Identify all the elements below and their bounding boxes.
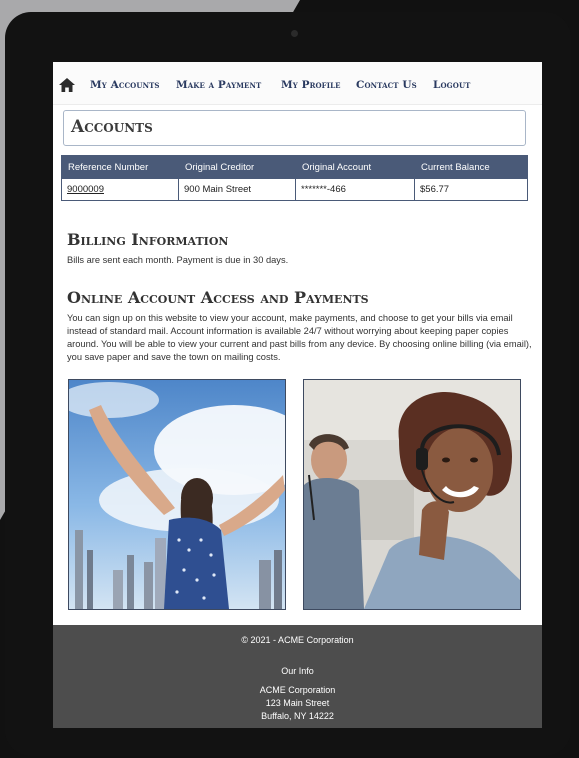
column-header-account: Original Account <box>295 155 415 179</box>
column-header-creditor: Original Creditor <box>178 155 296 179</box>
home-icon[interactable] <box>59 78 75 92</box>
photo-woman-celebrating-image <box>69 380 285 609</box>
footer-copyright: © 2021 - ACME Corporation <box>241 635 354 645</box>
column-header-reference: Reference Number <box>61 155 179 179</box>
nav-make-a-payment[interactable]: Make a Payment <box>176 79 261 91</box>
photo-call-center-agent-image <box>304 380 520 609</box>
footer-city: Buffalo, NY 14222 <box>261 711 334 721</box>
tablet-frame: My Accounts Make a Payment My Profile Co… <box>5 12 571 756</box>
cell-balance: $56.77 <box>414 178 528 201</box>
footer-heading: Our Info <box>281 666 314 676</box>
accounts-table: Reference Number Original Creditor Origi… <box>61 155 528 201</box>
online-heading: Online Account Access and Payments <box>67 288 369 307</box>
nav-my-profile[interactable]: My Profile <box>281 79 341 91</box>
footer: © 2021 - ACME Corporation Our Info ACME … <box>53 625 542 728</box>
online-text: You can sign up on this website to view … <box>67 313 532 362</box>
table-row: 9000009 900 Main Street *******-466 $56.… <box>61 178 528 201</box>
cell-reference: 9000009 <box>61 178 179 201</box>
tablet-screen: My Accounts Make a Payment My Profile Co… <box>53 62 542 728</box>
footer-street: 123 Main Street <box>265 698 330 708</box>
billing-text: Bills are sent each month. Payment is du… <box>67 255 289 265</box>
photo-woman-celebrating <box>68 379 286 610</box>
nav-my-accounts[interactable]: My Accounts <box>90 79 160 91</box>
page-title: Accounts <box>71 117 153 137</box>
reference-number-link[interactable]: 9000009 <box>67 184 104 195</box>
footer-company: ACME Corporation <box>259 685 336 695</box>
cell-creditor: 900 Main Street <box>178 178 296 201</box>
nav-logout[interactable]: Logout <box>433 79 470 91</box>
cell-account: *******-466 <box>295 178 415 201</box>
billing-heading: Billing Information <box>67 230 229 249</box>
nav-contact-us[interactable]: Contact Us <box>356 79 417 91</box>
table-header-row: Reference Number Original Creditor Origi… <box>61 155 528 179</box>
accounts-title-box: Accounts <box>63 110 526 146</box>
photo-call-center-agent <box>303 379 521 610</box>
camera-icon <box>291 30 298 37</box>
column-header-balance: Current Balance <box>414 155 528 179</box>
top-nav: My Accounts Make a Payment My Profile Co… <box>53 62 542 105</box>
